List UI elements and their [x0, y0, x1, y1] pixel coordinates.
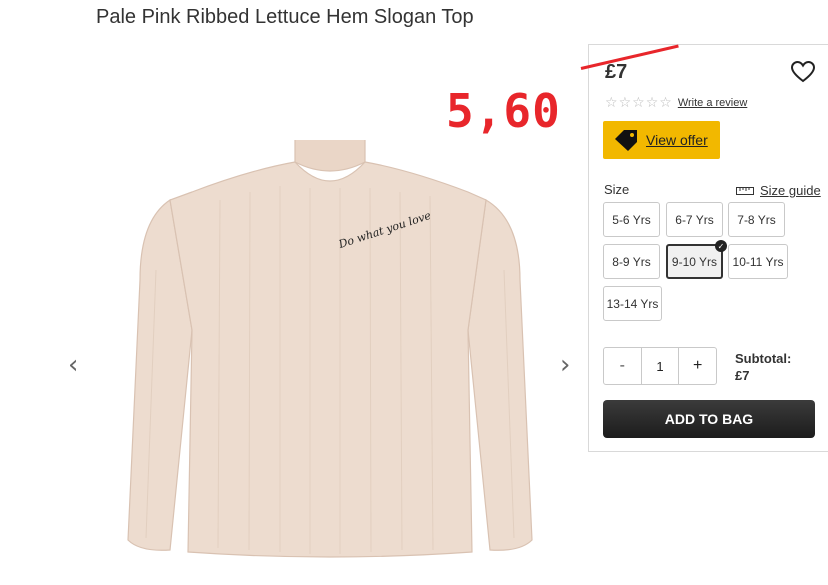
subtotal: Subtotal: £7 [735, 350, 791, 384]
product-image: Do what you love [127, 140, 533, 558]
size-guide-link[interactable]: Size guide [736, 183, 821, 198]
quantity-decrease-button[interactable]: - [604, 348, 641, 384]
size-option-label: 9-10 Yrs [671, 254, 718, 269]
size-option-13-14[interactable]: 13-14 Yrs [603, 286, 662, 321]
size-guide-label: Size guide [760, 183, 821, 198]
size-option-7-8[interactable]: 7-8 Yrs [728, 202, 785, 237]
subtotal-label: Subtotal: [735, 351, 792, 366]
chevron-left-icon[interactable]: ‹ [68, 352, 86, 378]
product-buy-panel: £7 ☆ ☆ ☆ ☆ ☆ Write a review View offer S… [580, 44, 828, 452]
quantity-increase-button[interactable]: + [679, 348, 716, 384]
view-offer-label: View offer [646, 132, 708, 148]
product-title: Pale Pink Ribbed Lettuce Hem Slogan Top [96, 6, 474, 28]
product-page: Pale Pink Ribbed Lettuce Hem Slogan Top … [0, 0, 828, 585]
write-review-link[interactable]: Write a review [678, 97, 747, 109]
size-option-label: 8-9 Yrs [612, 254, 651, 269]
star-icon: ☆ [618, 95, 632, 111]
size-option-label: 6-7 Yrs [675, 212, 714, 227]
size-option-5-6[interactable]: 5-6 Yrs [603, 202, 660, 237]
chevron-right-icon[interactable]: › [560, 352, 578, 378]
price-strike-annotation [580, 44, 679, 70]
size-option-label: 13-14 Yrs [606, 296, 659, 311]
annotated-new-price: 5,60 [446, 84, 561, 138]
star-icon: ☆ [645, 95, 659, 111]
tag-icon [615, 130, 637, 151]
star-icon: ☆ [605, 95, 618, 111]
product-gallery: ‹ › Do what you love [60, 130, 590, 585]
rating-stars: ☆ ☆ ☆ ☆ ☆ Write a review [605, 96, 747, 110]
size-option-8-9[interactable]: 8-9 Yrs [603, 244, 660, 279]
quantity-value[interactable]: 1 [640, 348, 680, 384]
original-price: £7 [605, 61, 628, 83]
size-option-label: 7-8 Yrs [737, 212, 776, 227]
size-option-9-10[interactable]: 9-10 Yrs ✓ [666, 240, 727, 279]
star-icon: ☆ [632, 95, 645, 111]
size-option-6-7[interactable]: 6-7 Yrs [666, 202, 723, 237]
heart-icon[interactable] [791, 61, 815, 83]
size-option-label: 10-11 Yrs [732, 254, 784, 269]
add-to-bag-button[interactable]: ADD TO BAG [603, 400, 815, 438]
ruler-icon [736, 186, 754, 195]
size-label: Size [604, 182, 630, 197]
quantity-stepper: - 1 + [603, 347, 717, 385]
size-option-10-11[interactable]: 10-11 Yrs [728, 244, 788, 279]
star-icon: ☆ [659, 95, 672, 111]
view-offer-button[interactable]: View offer [603, 121, 720, 159]
subtotal-value: £7 [735, 368, 750, 383]
size-option-label: 5-6 Yrs [612, 212, 651, 227]
check-icon: ✓ [715, 240, 727, 252]
